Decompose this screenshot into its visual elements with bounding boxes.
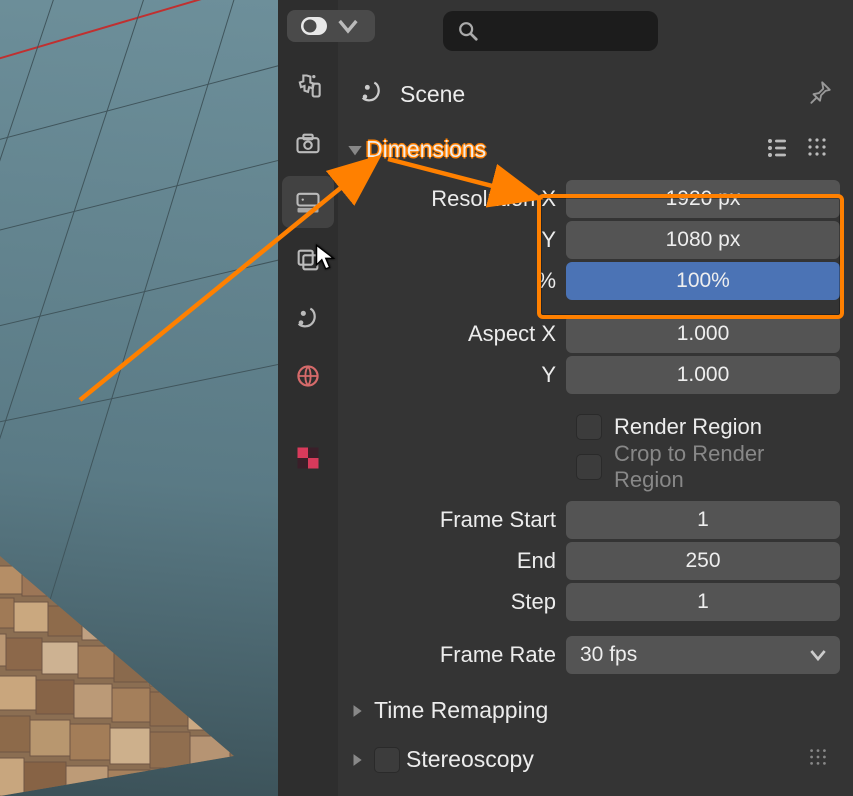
- section-title-dimensions: Dimensions: [366, 136, 765, 163]
- field-frame-end[interactable]: 250: [566, 542, 840, 580]
- section-title-time-remapping: Time Remapping: [374, 697, 548, 724]
- tab-world[interactable]: [282, 350, 334, 402]
- properties-search[interactable]: [443, 11, 658, 51]
- pin-icon[interactable]: [807, 79, 833, 110]
- checkbox-render-region[interactable]: [576, 414, 602, 440]
- field-resolution-y[interactable]: 1080 px: [566, 221, 840, 259]
- properties-tabstrip: [278, 0, 338, 796]
- preset-list-icon[interactable]: [765, 135, 789, 164]
- label-frame-rate: Frame Rate: [346, 642, 556, 668]
- label-render-region: Render Region: [614, 414, 762, 440]
- tab-scene[interactable]: [282, 292, 334, 344]
- chevron-down-icon: [810, 647, 826, 663]
- tab-render[interactable]: [282, 60, 334, 112]
- label-aspect-x: Aspect X: [346, 321, 556, 347]
- drag-handle-icon[interactable]: [805, 135, 829, 164]
- viewport-floor-tiles: [0, 506, 278, 796]
- mouse-cursor: [314, 244, 340, 270]
- field-aspect-y[interactable]: 1.000: [566, 356, 840, 394]
- dropdown-frame-rate[interactable]: 30 fps: [566, 636, 840, 674]
- label-crop-region: Crop to Render Region: [614, 441, 840, 493]
- viewport-3d[interactable]: [0, 0, 278, 796]
- tab-output[interactable]: [282, 176, 334, 228]
- search-icon: [457, 20, 479, 42]
- checkbox-stereoscopy[interactable]: [374, 747, 400, 773]
- label-frame-start: Frame Start: [346, 507, 556, 533]
- tab-texture[interactable]: [282, 432, 334, 484]
- render-engine-switch[interactable]: [287, 10, 375, 42]
- scene-icon: [358, 78, 386, 111]
- label-aspect-y: Y: [346, 362, 556, 388]
- label-frame-step: Step: [346, 589, 556, 615]
- drag-handle-icon[interactable]: [807, 746, 829, 773]
- section-title-stereoscopy: Stereoscopy: [406, 746, 534, 773]
- toggle-pill-icon: [301, 16, 327, 36]
- field-frame-step[interactable]: 1: [566, 583, 840, 621]
- field-resolution-x[interactable]: 1920 px: [566, 180, 840, 218]
- field-aspect-x[interactable]: 1.000: [566, 315, 840, 353]
- label-resolution-y: Y: [346, 227, 556, 253]
- disclosure-stereoscopy[interactable]: [346, 753, 368, 767]
- scene-name: Scene: [400, 81, 793, 108]
- checkbox-crop-region[interactable]: [576, 454, 602, 480]
- disclosure-dimensions[interactable]: [344, 142, 366, 158]
- label-frame-end: End: [346, 548, 556, 574]
- disclosure-time-remapping[interactable]: [346, 704, 368, 718]
- dropdown-frame-rate-value: 30 fps: [580, 643, 637, 667]
- field-resolution-pct[interactable]: 100%: [566, 262, 840, 300]
- tab-camera[interactable]: [282, 118, 334, 170]
- label-resolution-x: Resolution X: [346, 186, 556, 212]
- label-resolution-pct: %: [346, 268, 556, 294]
- chevron-down-icon: [335, 16, 361, 36]
- field-frame-start[interactable]: 1: [566, 501, 840, 539]
